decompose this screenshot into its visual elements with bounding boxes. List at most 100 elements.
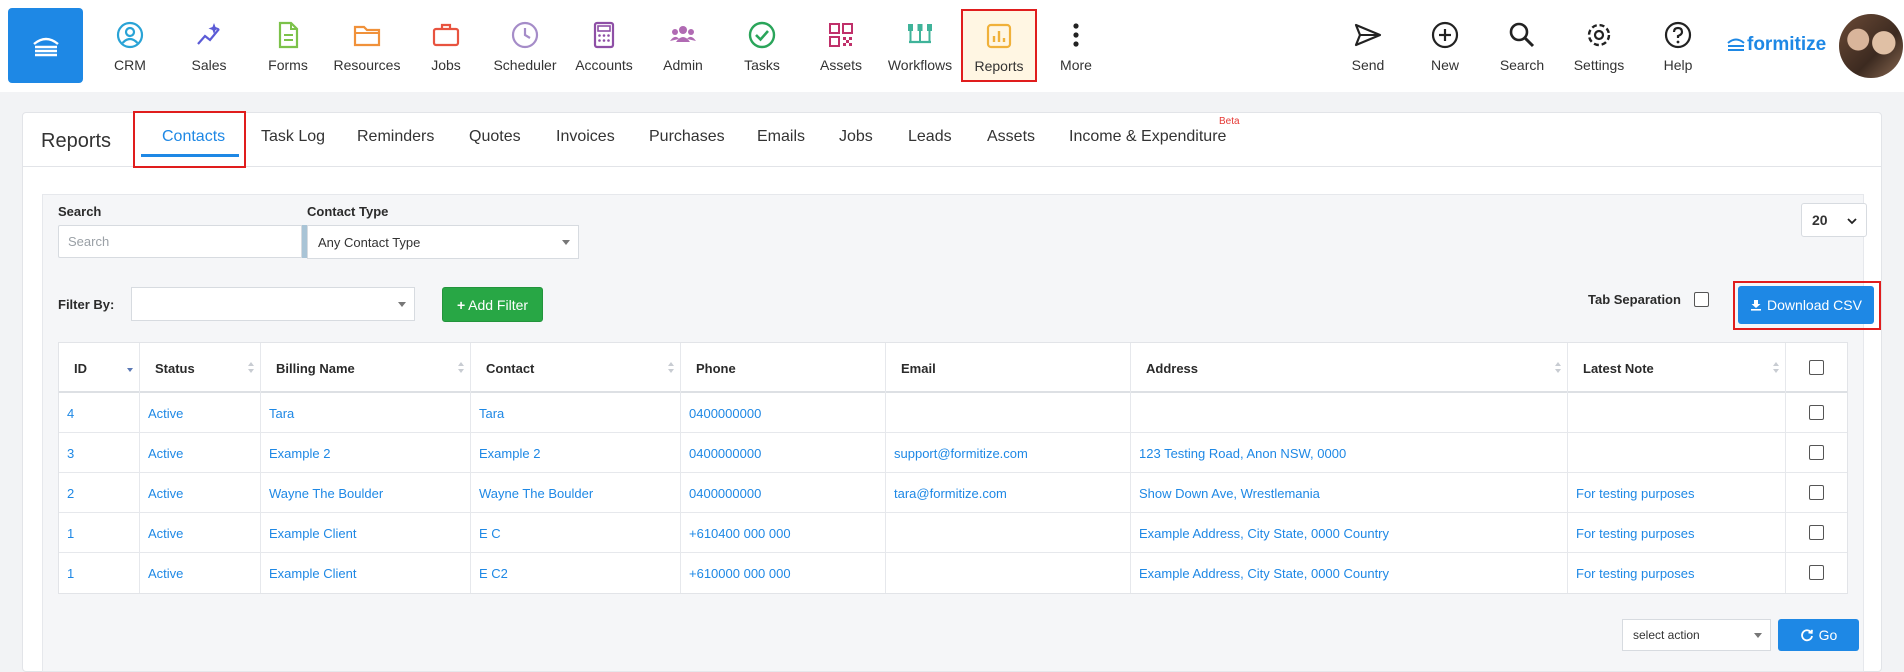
tab-emails[interactable]: Emails xyxy=(757,128,805,146)
nav-resources[interactable]: Resources xyxy=(329,0,405,92)
cell-email[interactable]: support@formitize.com xyxy=(886,433,1131,473)
nav-jobs[interactable]: Jobs xyxy=(408,0,484,92)
cell-latest-note[interactable]: For testing purposes xyxy=(1568,553,1786,593)
row-checkbox[interactable] xyxy=(1809,485,1824,500)
nav-workflows[interactable]: Workflows xyxy=(882,0,958,92)
column-header-contact[interactable]: Contact xyxy=(471,343,681,393)
nav-sales[interactable]: Sales xyxy=(171,0,247,92)
nav-crm[interactable]: CRM xyxy=(92,0,168,92)
cell-billing-name[interactable]: Example Client xyxy=(261,513,471,553)
cell-id[interactable]: 1 xyxy=(59,513,140,553)
cell-id[interactable]: 1 xyxy=(59,553,140,593)
brand-logo[interactable]: formitize xyxy=(1727,34,1826,56)
tab-contacts[interactable]: Contacts xyxy=(162,128,225,146)
cell-id[interactable]: 4 xyxy=(59,393,140,433)
nav-tasks[interactable]: Tasks xyxy=(724,0,800,92)
cell-contact[interactable]: Wayne The Boulder xyxy=(471,473,681,513)
cell-email[interactable] xyxy=(886,513,1131,553)
go-button[interactable]: Go xyxy=(1778,619,1859,651)
nav-settings[interactable]: Settings xyxy=(1561,0,1637,92)
cell-billing-name[interactable]: Example Client xyxy=(261,553,471,593)
cell-id[interactable]: 3 xyxy=(59,433,140,473)
column-header-status[interactable]: Status xyxy=(140,343,261,393)
cell-address[interactable]: Example Address, City State, 0000 Countr… xyxy=(1131,553,1568,593)
cell-status[interactable]: Active xyxy=(140,553,261,593)
home-button[interactable] xyxy=(8,8,83,83)
cell-phone[interactable]: +610000 000 000 xyxy=(681,553,886,593)
cell-latest-note[interactable]: For testing purposes xyxy=(1568,473,1786,513)
nav-search[interactable]: Search xyxy=(1484,0,1560,92)
download-csv-button[interactable]: Download CSV xyxy=(1738,286,1874,324)
cell-status[interactable]: Active xyxy=(140,393,261,433)
table-row[interactable]: 2 Active Wayne The Boulder Wayne The Bou… xyxy=(59,473,1847,513)
avatar[interactable] xyxy=(1839,14,1903,78)
cell-address[interactable] xyxy=(1131,393,1568,433)
tab-separation-checkbox[interactable] xyxy=(1694,292,1709,307)
tab-task-log[interactable]: Task Log xyxy=(261,128,325,146)
cell-contact[interactable]: E C xyxy=(471,513,681,553)
nav-send[interactable]: Send xyxy=(1330,0,1406,92)
row-checkbox[interactable] xyxy=(1809,525,1824,540)
cell-email[interactable]: tara@formitize.com xyxy=(886,473,1131,513)
tab-income-expenditure[interactable]: Income & Expenditure xyxy=(1069,128,1226,146)
cell-phone[interactable]: 0400000000 xyxy=(681,433,886,473)
nav-forms[interactable]: Forms xyxy=(250,0,326,92)
cell-id[interactable]: 2 xyxy=(59,473,140,513)
column-header-billing-name[interactable]: Billing Name xyxy=(261,343,471,393)
cell-status[interactable]: Active xyxy=(140,473,261,513)
nav-new[interactable]: New xyxy=(1407,0,1483,92)
table-row[interactable]: 3 Active Example 2 Example 2 0400000000 … xyxy=(59,433,1847,473)
row-checkbox[interactable] xyxy=(1809,565,1824,580)
cell-status[interactable]: Active xyxy=(140,433,261,473)
column-header-latest-note[interactable]: Latest Note xyxy=(1568,343,1786,393)
column-header-phone[interactable]: Phone xyxy=(681,343,886,393)
contact-type-select[interactable]: Any Contact Type xyxy=(307,225,579,259)
tab-invoices[interactable]: Invoices xyxy=(556,128,615,146)
tab-leads[interactable]: Leads xyxy=(908,128,952,146)
cell-latest-note[interactable]: For testing purposes xyxy=(1568,513,1786,553)
cell-email[interactable] xyxy=(886,553,1131,593)
page-size-select[interactable]: 20 xyxy=(1801,203,1867,237)
select-all-checkbox[interactable] xyxy=(1809,360,1824,375)
table-row[interactable]: 1 Active Example Client E C2 +610000 000… xyxy=(59,553,1847,593)
cell-phone[interactable]: 0400000000 xyxy=(681,473,886,513)
tab-reminders[interactable]: Reminders xyxy=(357,128,434,146)
row-checkbox[interactable] xyxy=(1809,405,1824,420)
column-header-email[interactable]: Email xyxy=(886,343,1131,393)
nav-admin[interactable]: Admin xyxy=(645,0,721,92)
tab-purchases[interactable]: Purchases xyxy=(649,128,725,146)
nav-assets[interactable]: Assets xyxy=(803,0,879,92)
cell-latest-note[interactable] xyxy=(1568,393,1786,433)
cell-email[interactable] xyxy=(886,393,1131,433)
table-row[interactable]: 1 Active Example Client E C +610400 000 … xyxy=(59,513,1847,553)
cell-billing-name[interactable]: Example 2 xyxy=(261,433,471,473)
cell-billing-name[interactable]: Wayne The Boulder xyxy=(261,473,471,513)
nav-more[interactable]: More xyxy=(1038,0,1114,92)
cell-contact[interactable]: Tara xyxy=(471,393,681,433)
cell-contact[interactable]: Example 2 xyxy=(471,433,681,473)
column-header-address[interactable]: Address xyxy=(1131,343,1568,393)
tab-jobs[interactable]: Jobs xyxy=(839,128,873,146)
cell-address[interactable]: Show Down Ave, Wrestlemania xyxy=(1131,473,1568,513)
nav-reports[interactable]: Reports xyxy=(961,9,1037,82)
search-input[interactable]: Search xyxy=(58,225,302,258)
add-filter-button[interactable]: + Add Filter xyxy=(442,287,543,322)
column-header-id[interactable]: ID xyxy=(59,343,140,393)
cell-phone[interactable]: 0400000000 xyxy=(681,393,886,433)
cell-phone[interactable]: +610400 000 000 xyxy=(681,513,886,553)
cell-address[interactable]: Example Address, City State, 0000 Countr… xyxy=(1131,513,1568,553)
tab-quotes[interactable]: Quotes xyxy=(469,128,521,146)
nav-accounts[interactable]: Accounts xyxy=(566,0,642,92)
cell-latest-note[interactable] xyxy=(1568,433,1786,473)
filter-by-select[interactable] xyxy=(131,287,415,321)
cell-status[interactable]: Active xyxy=(140,513,261,553)
nav-help[interactable]: Help xyxy=(1640,0,1716,92)
row-checkbox[interactable] xyxy=(1809,445,1824,460)
cell-contact[interactable]: E C2 xyxy=(471,553,681,593)
tab-assets[interactable]: Assets xyxy=(987,128,1035,146)
bulk-action-select[interactable]: select action xyxy=(1622,619,1771,651)
cell-billing-name[interactable]: Tara xyxy=(261,393,471,433)
table-row[interactable]: 4 Active Tara Tara 0400000000 xyxy=(59,393,1847,433)
cell-address[interactable]: 123 Testing Road, Anon NSW, 0000 xyxy=(1131,433,1568,473)
nav-scheduler[interactable]: Scheduler xyxy=(487,0,563,92)
